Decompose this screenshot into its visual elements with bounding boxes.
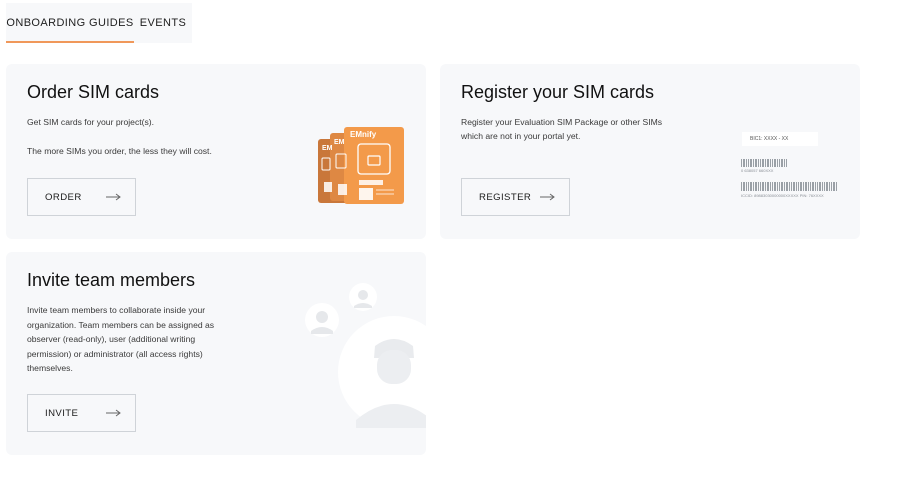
order-card-title: Order SIM cards [27,82,160,102]
tab-bar: ONBOARDING GUIDES EVENTS [6,3,192,43]
register-sim-card: Register your SIM cards Register your Ev… [440,64,860,239]
register-button-label: REGISTER [479,192,532,203]
tab-events[interactable]: EVENTS [134,3,192,43]
register-card-text-2: which are not in your portal yet. [461,131,581,141]
invite-card-text-1: Invite team members to collaborate insid… [27,305,206,315]
order-button[interactable]: ORDER [27,178,136,216]
invite-team-card: Invite team members Invite team members … [6,252,426,455]
register-button[interactable]: REGISTER [461,178,570,216]
invite-card-title: Invite team members [27,270,196,290]
bic-field-text: BIC1: XXXX - XX [750,136,789,142]
register-card-text-1: Register your Evaluation SIM Package or … [461,117,663,127]
bic-field: BIC1: XXXX - XX [742,132,818,146]
arrow-right-icon [106,409,121,417]
invite-card-text-2: organization. Team members can be assign… [27,319,215,330]
sim-card-icon: EM EM EMnify [318,127,404,204]
order-card-text-2: The more SIMs you order, the less they w… [27,146,212,156]
order-sim-card: Order SIM cards Get SIM cards for your p… [6,64,426,239]
order-card-text-1: Get SIM cards for your project(s). [27,117,155,127]
invite-card-text-4: permission) or administrator (all access… [27,348,203,359]
tab-onboarding-guides[interactable]: ONBOARDING GUIDES [6,3,134,43]
svg-text:EM: EM [322,145,333,152]
invite-card-text-3: observer (read-only), user (additional w… [27,334,196,344]
arrow-right-icon [106,193,121,201]
sim-brand-label: EMnify [350,130,377,139]
arrow-right-icon [540,193,555,201]
invite-button-label: INVITE [45,408,79,419]
barcode-number-2: ICCID: 89883030000000XXXXX PIN: 76XXXX [741,193,824,198]
invite-card-text-5: themselves. [27,363,73,373]
register-card-title: Register your SIM cards [461,82,655,102]
order-button-label: ORDER [45,192,82,203]
avatar-icon [305,283,426,428]
invite-button[interactable]: INVITE [27,394,136,432]
svg-text:EM: EM [334,139,345,146]
barcode-number-1: 0 638057 660XXX [741,168,774,173]
